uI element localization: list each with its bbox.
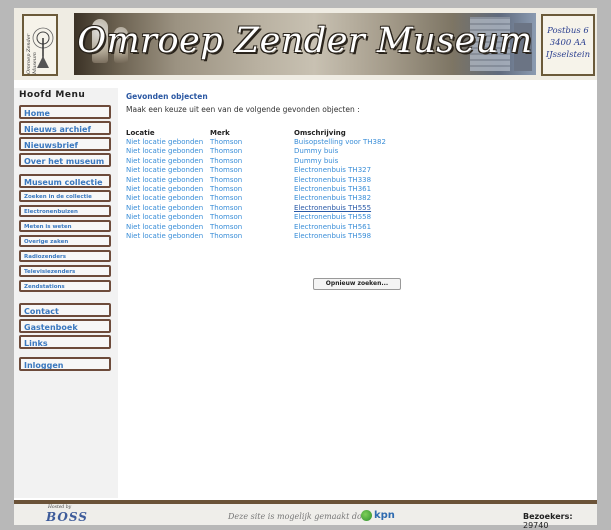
table-row: Niet locatie gebonden Thomson Electronen… <box>126 204 386 213</box>
sidebar-item-electronenbuizen[interactable]: Electronenbuizen <box>19 205 111 217</box>
results-table: Locatie Merk Omschrijving Niet locatie g… <box>126 129 386 241</box>
merk-link[interactable]: Thomson <box>210 223 294 232</box>
address-box: Postbus 6 3400 AA IJsselstein <box>541 14 595 76</box>
table-row: Niet locatie gebonden Thomson Buisopstel… <box>126 138 386 147</box>
locatie-link[interactable]: Niet locatie gebonden <box>126 223 210 232</box>
sidebar-item-televisiezenders[interactable]: Televisiezenders <box>19 265 111 277</box>
table-row: Niet locatie gebonden Thomson Electronen… <box>126 223 386 232</box>
search-again-button[interactable]: Opnieuw zoeken... <box>313 278 401 290</box>
sidebar-item-gastenboek[interactable]: Gastenboek <box>19 319 111 333</box>
omschrijving-link[interactable]: Electronenbuis TH598 <box>294 232 386 241</box>
sidebar-item-zendstations[interactable]: Zendstations <box>19 280 111 292</box>
locatie-link[interactable]: Niet locatie gebonden <box>126 147 210 156</box>
sidebar-item-meten-is-weten[interactable]: Meten is weten <box>19 220 111 232</box>
kpn-globe-icon <box>361 510 372 521</box>
locatie-link[interactable]: Niet locatie gebonden <box>126 157 210 166</box>
sidebar-item-home[interactable]: Home <box>19 105 111 119</box>
table-row: Niet locatie gebonden Thomson Dummy buis <box>126 147 386 156</box>
column-header-locatie: Locatie <box>126 129 155 137</box>
sidebar-item-nieuwsbrief[interactable]: Nieuwsbrief <box>19 137 111 151</box>
site-header: Omroep Zender Museum Omroep Zender Museu… <box>14 8 597 80</box>
merk-link[interactable]: Thomson <box>210 138 294 147</box>
locatie-link[interactable]: Niet locatie gebonden <box>126 185 210 194</box>
table-row: Niet locatie gebonden Thomson Dummy buis <box>126 157 386 166</box>
sidebar-item-nieuws-archief[interactable]: Nieuws archief <box>19 121 111 135</box>
visitor-count: 29740 <box>523 521 549 530</box>
table-row: Niet locatie gebonden Thomson Electronen… <box>126 166 386 175</box>
omschrijving-link[interactable]: Dummy buis <box>294 157 386 166</box>
tower-icon <box>32 27 54 68</box>
merk-link[interactable]: Thomson <box>210 166 294 175</box>
sidebar-item-museum-collectie[interactable]: Museum collectie <box>19 174 111 188</box>
omschrijving-link[interactable]: Electronenbuis TH382 <box>294 194 386 203</box>
locatie-link[interactable]: Niet locatie gebonden <box>126 166 210 175</box>
sidebar-item-radiozenders[interactable]: Radiozenders <box>19 250 111 262</box>
table-row: Niet locatie gebonden Thomson Electronen… <box>126 194 386 203</box>
header-banner: Omroep Zender Museum <box>74 13 536 75</box>
merk-link[interactable]: Thomson <box>210 213 294 222</box>
sidebar-item-overige-zaken[interactable]: Overige zaken <box>19 235 111 247</box>
merk-link[interactable]: Thomson <box>210 157 294 166</box>
column-header-merk: Merk <box>210 129 230 137</box>
locatie-link[interactable]: Niet locatie gebonden <box>126 194 210 203</box>
table-row: Niet locatie gebonden Thomson Electronen… <box>126 176 386 185</box>
page-frame: Omroep Zender Museum Omroep Zender Museu… <box>14 8 597 530</box>
address-line: Postbus 6 <box>547 26 589 36</box>
address-line: 3400 AA <box>549 38 587 48</box>
omschrijving-link[interactable]: Electronenbuis TH327 <box>294 166 386 175</box>
kpn-logo[interactable]: kpn <box>374 510 395 521</box>
merk-link[interactable]: Thomson <box>210 194 294 203</box>
locatie-link[interactable]: Niet locatie gebonden <box>126 176 210 185</box>
page-title: Gevonden objecten <box>126 92 208 101</box>
site-footer: Hosted by BOSS Deze site is mogelijk gem… <box>14 500 597 530</box>
intro-text: Maak een keuze uit een van de volgende g… <box>126 105 360 114</box>
sidebar-heading: Hoofd Menu <box>19 90 86 100</box>
locatie-link[interactable]: Niet locatie gebonden <box>126 232 210 241</box>
omschrijving-link[interactable]: Electronenbuis TH561 <box>294 223 386 232</box>
main-content: Gevonden objecten Maak een keuze uit een… <box>126 92 592 498</box>
table-header-row: Locatie Merk Omschrijving <box>126 129 386 138</box>
locatie-link[interactable]: Niet locatie gebonden <box>126 204 210 213</box>
address-line: IJsselstein <box>545 50 591 60</box>
visitor-counter: Bezoekers: 29740 <box>523 512 597 530</box>
omschrijving-link[interactable]: Buisopstelling voor TH382 <box>294 138 386 147</box>
sidebar-item-links[interactable]: Links <box>19 335 111 349</box>
omschrijving-link[interactable]: Dummy buis <box>294 147 386 156</box>
sidebar-menu: Hoofd Menu Home Nieuws archief Nieuwsbri… <box>14 88 118 498</box>
column-header-omschrijving: Omschrijving <box>294 129 346 137</box>
boss-logo[interactable]: BOSS <box>46 510 88 524</box>
visitor-label: Bezoekers: <box>523 512 573 521</box>
merk-link[interactable]: Thomson <box>210 204 294 213</box>
merk-link[interactable]: Thomson <box>210 147 294 156</box>
table-row: Niet locatie gebonden Thomson Electronen… <box>126 213 386 222</box>
omschrijving-link[interactable]: Electronenbuis TH338 <box>294 176 386 185</box>
merk-link[interactable]: Thomson <box>210 176 294 185</box>
sponsor-text: Deze site is mogelijk gemaakt door <box>228 512 371 521</box>
site-title: Omroep Zender Museum <box>77 21 533 61</box>
table-row: Niet locatie gebonden Thomson Electronen… <box>126 185 386 194</box>
omschrijving-link[interactable]: Electronenbuis TH558 <box>294 213 386 222</box>
merk-link[interactable]: Thomson <box>210 232 294 241</box>
omschrijving-link[interactable]: Electronenbuis TH555 <box>294 204 386 213</box>
sidebar-item-contact[interactable]: Contact <box>19 303 111 317</box>
sidebar-item-over-het-museum[interactable]: Over het museum <box>19 153 111 167</box>
footer-divider <box>14 500 597 504</box>
table-row: Niet locatie gebonden Thomson Electronen… <box>126 232 386 241</box>
sidebar-item-inloggen[interactable]: Inloggen <box>19 357 111 371</box>
sidebar-item-zoeken[interactable]: Zoeken in de collectie <box>19 190 111 202</box>
museum-logo[interactable]: Omroep Zender Museum <box>22 14 58 76</box>
omschrijving-link[interactable]: Electronenbuis TH361 <box>294 185 386 194</box>
locatie-link[interactable]: Niet locatie gebonden <box>126 138 210 147</box>
merk-link[interactable]: Thomson <box>210 185 294 194</box>
locatie-link[interactable]: Niet locatie gebonden <box>126 213 210 222</box>
